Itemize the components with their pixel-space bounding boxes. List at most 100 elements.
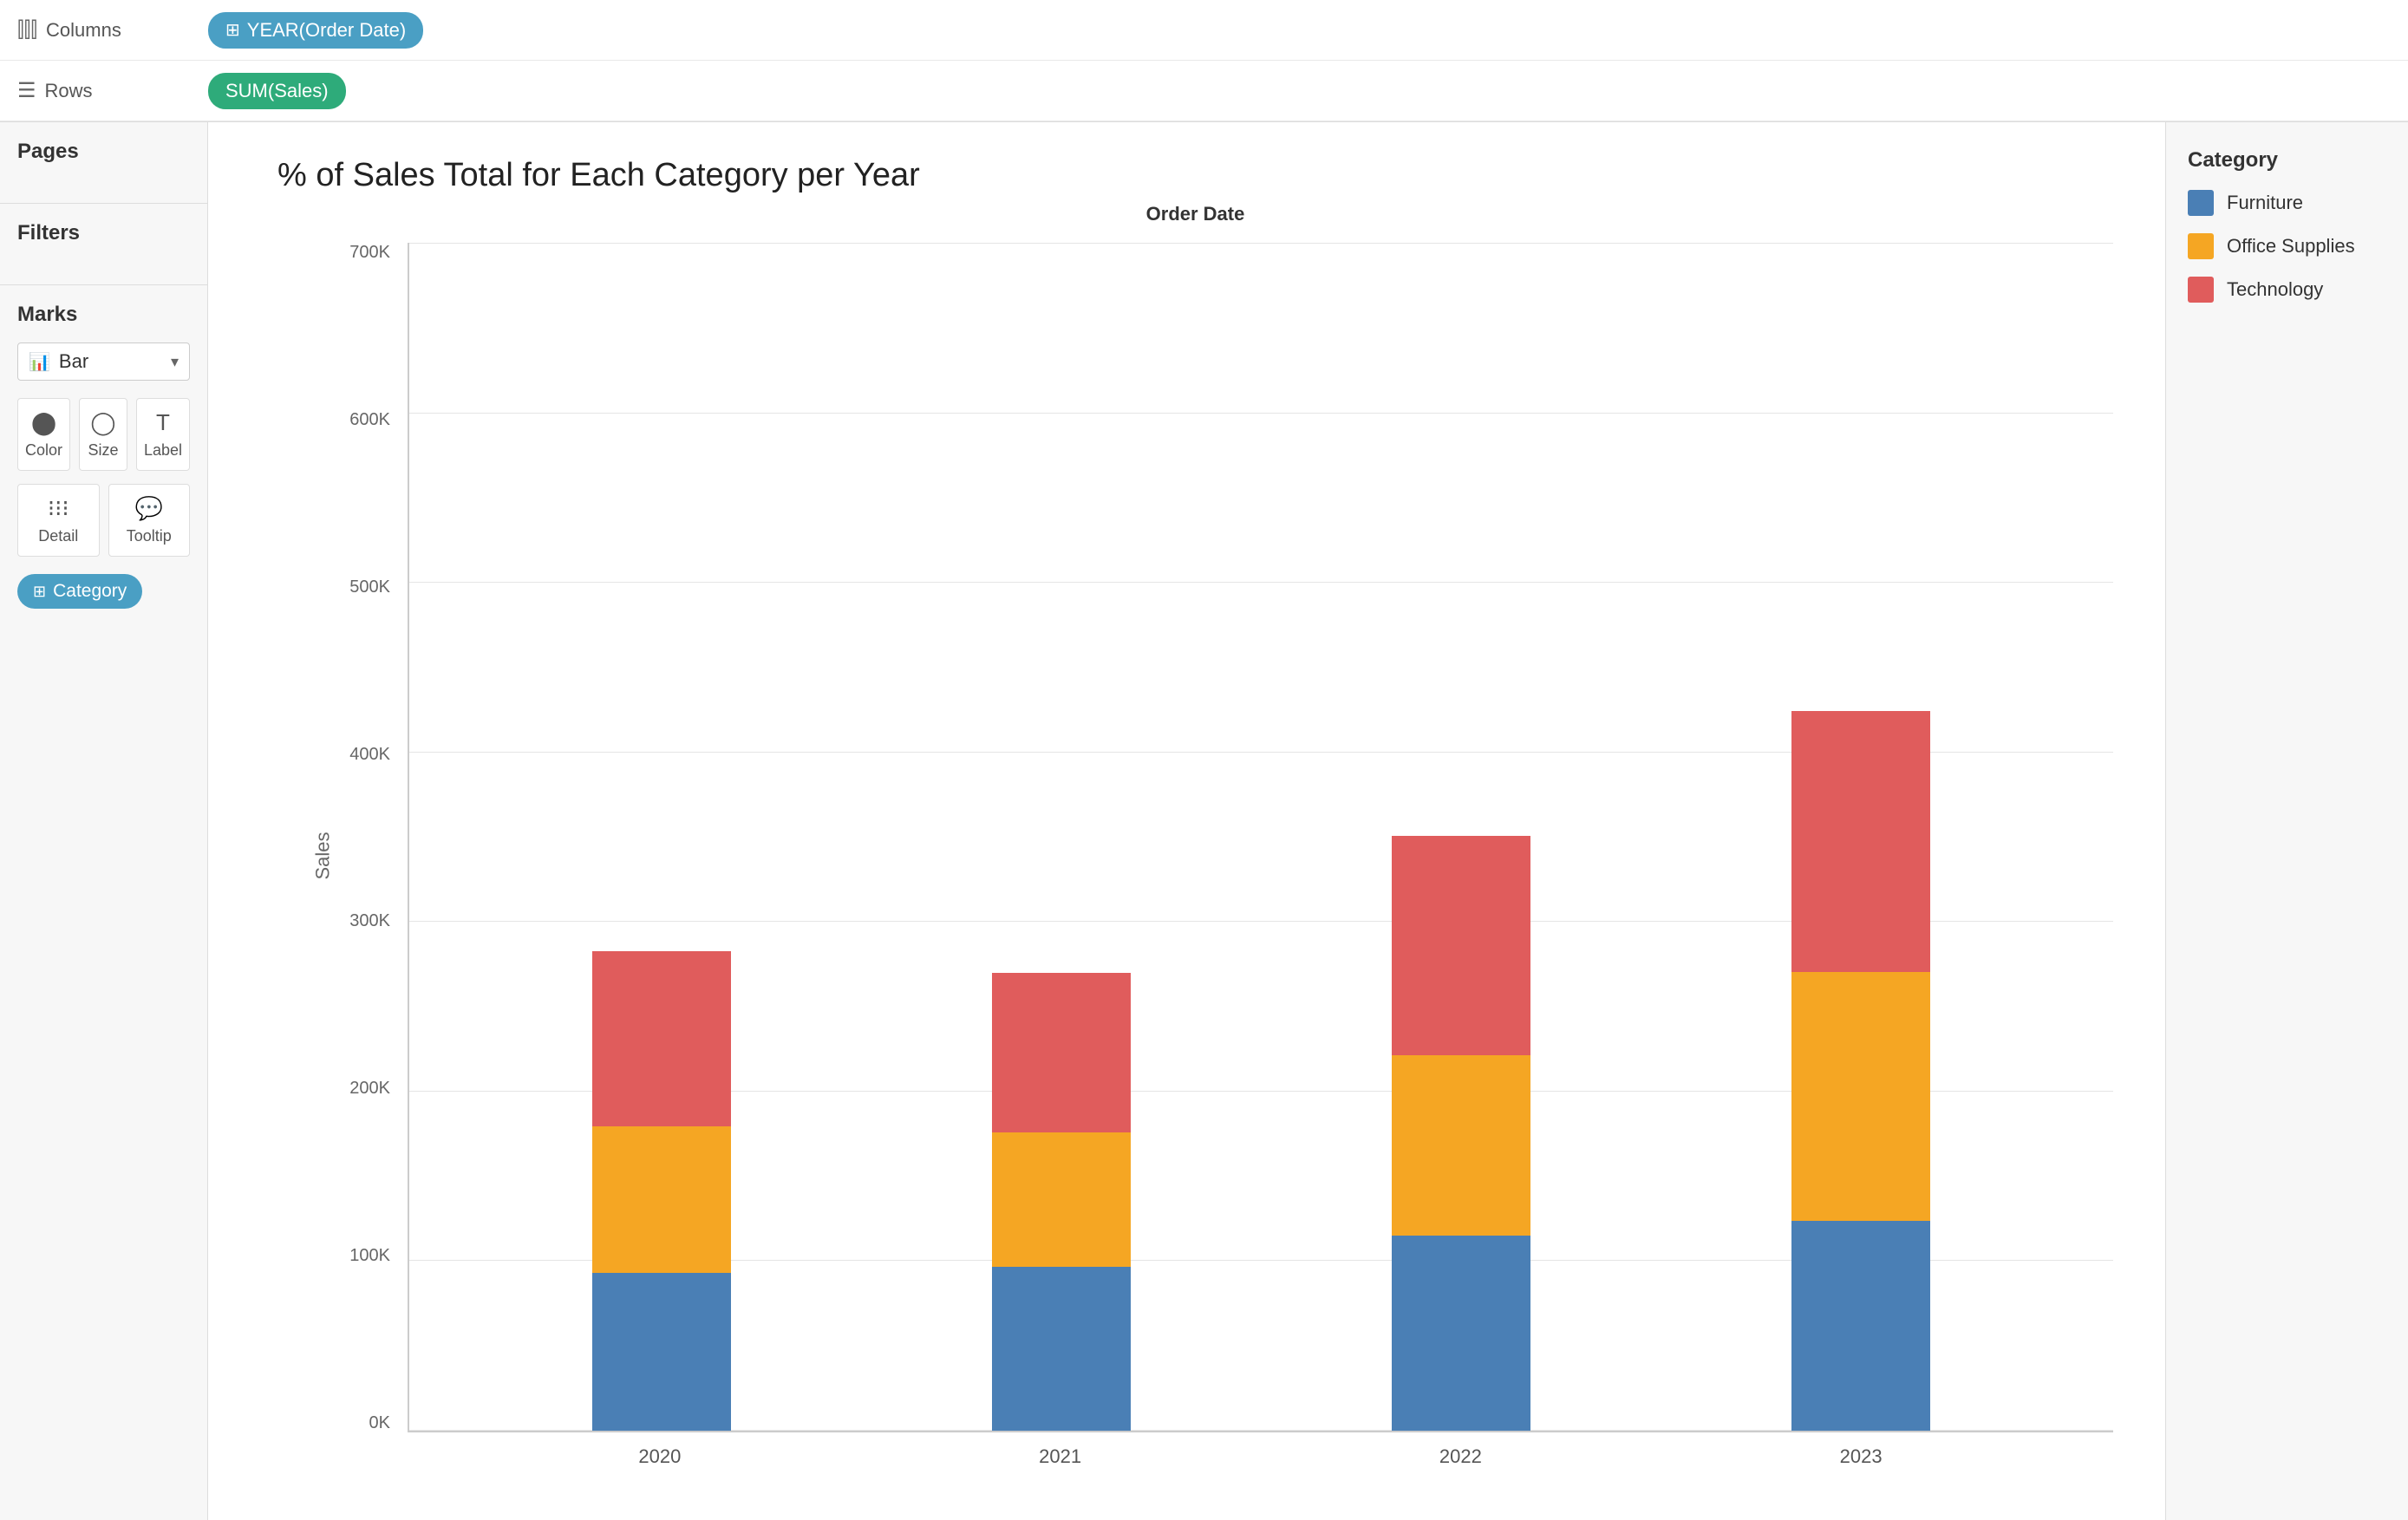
legend-item-office-supplies: Office Supplies — [2188, 233, 2386, 259]
bar-furniture-2023[interactable] — [1791, 1221, 1930, 1431]
y-tick-500: 500K — [330, 577, 390, 597]
chart-title: % of Sales Total for Each Category per Y… — [277, 157, 2113, 194]
bars-with-grid — [408, 243, 2113, 1432]
size-label: Size — [88, 441, 118, 460]
rows-icon: ☰ — [17, 78, 36, 103]
legend-title: Category — [2188, 148, 2386, 173]
y-tick-100: 100K — [330, 1246, 390, 1266]
y-tick-600: 600K — [330, 410, 390, 430]
stacked-bar-2021 — [992, 973, 1131, 1431]
chart-subtitle: Order Date — [277, 203, 2113, 225]
category-plus-icon: ⊞ — [33, 583, 46, 601]
bar-technology-2022[interactable] — [1392, 836, 1530, 1055]
filters-title: Filters — [17, 221, 190, 245]
rows-pill[interactable]: SUM(Sales) — [208, 73, 346, 109]
detail-button[interactable]: ⁝⁝⁝ Detail — [17, 484, 100, 557]
chart-container: Sales 0K 100K 200K 300K 400K 500K 600K 7… — [277, 243, 2113, 1468]
stacked-bar-2022 — [1392, 836, 1530, 1431]
label-icon: T — [156, 409, 170, 436]
size-icon: ◯ — [90, 409, 115, 436]
bar-group-2020 — [592, 951, 731, 1432]
bar-group-2023 — [1791, 711, 1930, 1431]
office-supplies-legend-label: Office Supplies — [2227, 235, 2355, 258]
label-button[interactable]: T Label — [136, 398, 190, 471]
x-tick-2020: 2020 — [591, 1445, 729, 1468]
size-button[interactable]: ◯ Size — [79, 398, 127, 471]
columns-pill[interactable]: ⊞ YEAR(Order Date) — [208, 12, 423, 49]
color-button[interactable]: ⬤ Color — [17, 398, 70, 471]
tooltip-label: Tooltip — [127, 527, 172, 545]
pages-title: Pages — [17, 140, 190, 164]
marks-section: Marks 📊 Bar ▾ ⬤ Color ◯ Size T Label — [0, 285, 207, 626]
technology-legend-label: Technology — [2227, 278, 2323, 301]
color-dots-icon: ⬤ — [31, 409, 56, 436]
columns-text: Columns — [46, 19, 121, 42]
bar-office-supplies-2023[interactable] — [1791, 972, 1930, 1221]
y-tick-0: 0K — [330, 1413, 390, 1433]
color-label: Color — [25, 441, 62, 460]
rows-label: ☰ Rows — [17, 78, 208, 103]
main-content: Pages Filters Marks 📊 Bar ▾ ⬤ Color ◯ Si… — [0, 122, 2408, 1520]
pages-section: Pages — [0, 122, 207, 204]
x-tick-2022: 2022 — [1391, 1445, 1530, 1468]
y-tick-400: 400K — [330, 745, 390, 765]
y-axis: 0K 100K 200K 300K 400K 500K 600K 700K — [330, 243, 390, 1468]
bar-furniture-2020[interactable] — [592, 1273, 731, 1431]
tooltip-button[interactable]: 💬 Tooltip — [108, 484, 191, 557]
category-label: Category — [53, 581, 127, 602]
left-panel: Pages Filters Marks 📊 Bar ▾ ⬤ Color ◯ Si… — [0, 122, 208, 1520]
x-axis: 2020 2021 2022 2023 — [408, 1432, 2113, 1468]
tooltip-icon: 💬 — [135, 495, 163, 522]
marks-buttons-row1: ⬤ Color ◯ Size T Label — [17, 398, 190, 471]
marks-title: Marks — [17, 303, 190, 327]
y-tick-700: 700K — [330, 243, 390, 263]
legend-item-furniture: Furniture — [2188, 190, 2386, 216]
columns-icon: ⫿⫿⫿ — [17, 18, 37, 42]
bar-office-supplies-2022[interactable] — [1392, 1055, 1530, 1236]
bar-chart-icon: 📊 — [29, 351, 50, 373]
top-bar: ⫿⫿⫿ Columns ⊞ YEAR(Order Date) ☰ Rows SU… — [0, 0, 2408, 122]
rows-shelf: ☰ Rows SUM(Sales) — [0, 61, 2408, 121]
bar-technology-2023[interactable] — [1791, 711, 1930, 973]
detail-icon: ⁝⁝⁝ — [48, 495, 69, 522]
bar-office-supplies-2021[interactable] — [992, 1132, 1131, 1267]
bars-container — [409, 243, 2113, 1431]
bar-furniture-2022[interactable] — [1392, 1236, 1530, 1431]
bar-group-2022 — [1392, 836, 1530, 1431]
chart-area: % of Sales Total for Each Category per Y… — [208, 122, 2165, 1520]
label-label: Label — [144, 441, 182, 460]
pill-year-icon: ⊞ — [225, 19, 240, 41]
y-tick-200: 200K — [330, 1079, 390, 1099]
stacked-bar-2023 — [1791, 711, 1930, 1431]
chart-inner: 2020 2021 2022 2023 — [408, 243, 2113, 1468]
technology-color-swatch — [2188, 277, 2214, 303]
bar-office-supplies-2020[interactable] — [592, 1126, 731, 1273]
legend-item-technology: Technology — [2188, 277, 2386, 303]
bar-technology-2021[interactable] — [992, 973, 1131, 1132]
x-tick-2021: 2021 — [991, 1445, 1130, 1468]
detail-label: Detail — [38, 527, 78, 545]
furniture-color-swatch — [2188, 190, 2214, 216]
bar-label: Bar — [59, 350, 162, 373]
stacked-bar-2020 — [592, 951, 731, 1432]
x-tick-2023: 2023 — [1791, 1445, 1930, 1468]
y-axis-title: Sales — [312, 832, 335, 879]
bar-technology-2020[interactable] — [592, 951, 731, 1127]
rows-text: Rows — [45, 80, 93, 102]
office-supplies-color-swatch — [2188, 233, 2214, 259]
marks-type-dropdown[interactable]: 📊 Bar ▾ — [17, 342, 190, 381]
marks-buttons-row2: ⁝⁝⁝ Detail 💬 Tooltip — [17, 484, 190, 557]
legend-panel: Category Furniture Office Supplies Techn… — [2165, 122, 2408, 1520]
furniture-legend-label: Furniture — [2227, 192, 2303, 214]
y-tick-300: 300K — [330, 911, 390, 931]
rows-pill-label: SUM(Sales) — [225, 80, 329, 102]
dropdown-arrow-icon: ▾ — [171, 353, 179, 371]
category-pill[interactable]: ⊞ Category — [17, 574, 142, 609]
bar-group-2021 — [992, 973, 1131, 1431]
columns-label: ⫿⫿⫿ Columns — [17, 18, 208, 42]
columns-pill-label: YEAR(Order Date) — [247, 19, 406, 42]
bar-furniture-2021[interactable] — [992, 1267, 1131, 1431]
filters-section: Filters — [0, 204, 207, 285]
chart-plot: Sales 0K 100K 200K 300K 400K 500K 600K 7… — [277, 243, 2113, 1468]
columns-shelf: ⫿⫿⫿ Columns ⊞ YEAR(Order Date) — [0, 0, 2408, 61]
